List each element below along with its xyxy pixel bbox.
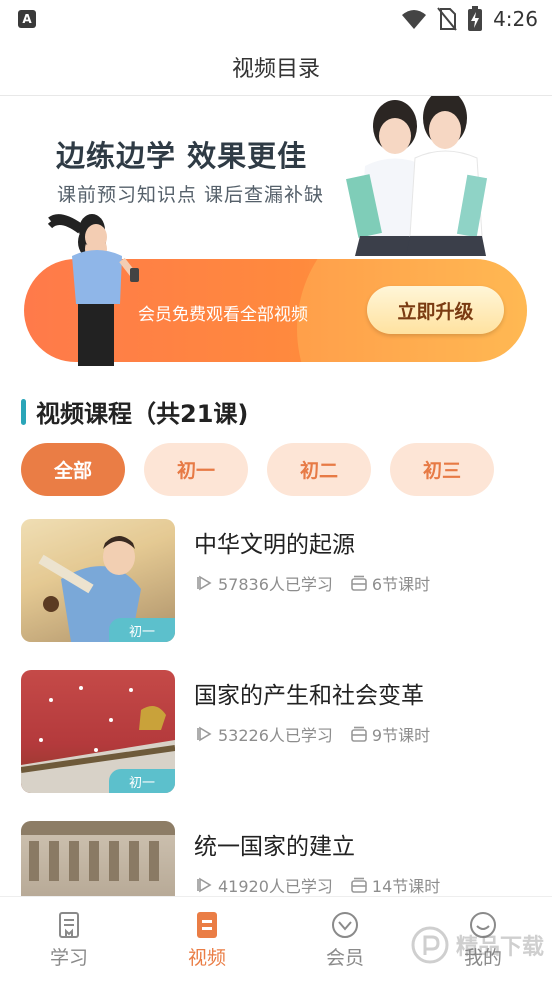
course-meta: 41920人已学习 14节课时 [197, 873, 440, 897]
course-item[interactable]: 初一 中华文明的起源 57836人已学习 6节课时 [21, 519, 531, 642]
filter-grade-9[interactable]: 初三 [390, 443, 494, 496]
lesson-count: 14节课时 [371, 877, 441, 896]
grade-tag: 初一 [109, 618, 175, 642]
watermark-logo-icon [411, 926, 449, 964]
tab-vip[interactable]: 会员 [276, 897, 414, 984]
battery-charging-icon [468, 6, 483, 31]
lessons-icon [351, 575, 367, 591]
course-title[interactable]: 统一国家的建立 [194, 827, 355, 861]
grade-filters: 全部 初一 初二 初三 [21, 443, 494, 496]
watermark-text: 精品下载 [455, 935, 544, 960]
tab-video[interactable]: 视频 [138, 897, 276, 984]
woman-figure-overlay [48, 214, 139, 362]
grade-tag: 初一 [109, 769, 175, 793]
lesson-count: 9节课时 [371, 726, 431, 745]
clock: 4:26 [493, 7, 538, 31]
video-icon [197, 912, 217, 938]
tab-label: 会员 [325, 947, 364, 969]
lessons-icon [351, 726, 367, 742]
tab-label: 学习 [49, 947, 88, 969]
section-accent-bar [21, 398, 26, 425]
page-title: 视频目录 [231, 56, 320, 82]
lesson-count: 6节课时 [371, 575, 431, 594]
no-sim-icon [437, 7, 457, 31]
wifi-icon [402, 10, 427, 29]
section-header: 视频课程（共21课) [21, 394, 248, 429]
play-icon [197, 575, 212, 591]
course-meta: 57836人已学习 6节课时 [197, 571, 430, 595]
status-bar: A 4:26 [0, 0, 552, 38]
learner-count: 53226人已学习 [218, 726, 333, 745]
watermark: 精品下载 [410, 925, 544, 965]
learner-count: 41920人已学习 [218, 877, 333, 896]
course-meta: 53226人已学习 9节课时 [197, 722, 430, 746]
learner-count: 57836人已学习 [218, 575, 333, 594]
course-thumbnail[interactable]: 初一 [21, 670, 175, 793]
upgrade-button[interactable]: 立即升级 [367, 286, 504, 334]
filter-grade-8[interactable]: 初二 [267, 443, 371, 496]
course-thumbnail[interactable]: 初一 [21, 519, 175, 642]
book-icon [59, 912, 79, 938]
filter-all[interactable]: 全部 [21, 443, 125, 496]
section-title: 视频课程（共21课) [36, 400, 249, 428]
app-notification-icon: A [18, 10, 36, 28]
promo-text: 会员免费观看全部视频 [138, 305, 308, 325]
play-icon [197, 877, 212, 893]
banner-headline: 边练边学 效果更佳 [56, 139, 308, 173]
course-title[interactable]: 中华文明的起源 [194, 525, 355, 559]
tab-label: 视频 [187, 947, 226, 969]
vip-icon [332, 912, 358, 938]
play-icon [197, 726, 212, 742]
filter-grade-7[interactable]: 初一 [144, 443, 248, 496]
title-bar: 视频目录 [0, 38, 552, 96]
course-item[interactable]: 初一 国家的产生和社会变革 53226人已学习 9节课时 [21, 670, 531, 793]
banner-subtitle: 课前预习知识点 课后查漏补缺 [57, 184, 325, 206]
lessons-icon [351, 877, 367, 893]
status-icons: 4:26 [401, 6, 538, 32]
tab-study[interactable]: 学习 [0, 897, 138, 984]
course-title[interactable]: 国家的产生和社会变革 [194, 676, 424, 710]
